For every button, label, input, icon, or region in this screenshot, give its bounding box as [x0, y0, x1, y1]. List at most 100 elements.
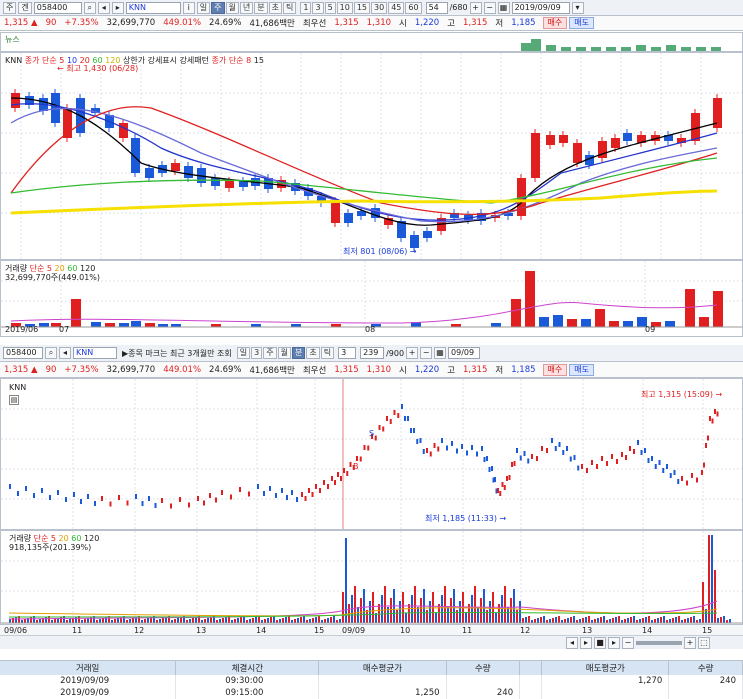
search-icon[interactable]: ⌕ [83, 1, 96, 14]
period-tab-0[interactable]: 일 [196, 1, 211, 14]
minute-candle [596, 464, 598, 469]
chart2-settings-icon[interactable]: ▤ [9, 395, 19, 405]
fullscreen-icon[interactable]: ⬚ [698, 637, 710, 649]
table-row[interactable]: 2019/09/09 09:30:00 1,270 240 [0, 675, 743, 687]
minute-candle [389, 419, 392, 424]
minute-tab-4[interactable]: 분 [291, 347, 306, 359]
minute-candle [658, 460, 661, 465]
minute-volume-bar [420, 598, 422, 623]
minute-candle [536, 456, 538, 461]
minute-volume-bar [672, 618, 674, 623]
minute-volume-bar [609, 619, 611, 623]
minute-count-input[interactable]: 239 [360, 347, 385, 359]
minute-candle [471, 445, 473, 450]
chart2-min-label: 최저 1,185 (11:33) → [425, 514, 507, 523]
minute-volume-bar [249, 619, 251, 623]
period-tab-1[interactable]: 주 [211, 1, 225, 14]
open-label: 시 [399, 19, 407, 29]
minute-candle [483, 457, 486, 462]
interval-button-3[interactable]: 10 [336, 1, 353, 14]
open-price-2: 1,220 [414, 364, 440, 375]
notice-text: ▶종목 마크는 최근 3개월만 조회 [122, 348, 232, 358]
interval-button-7[interactable]: 60 [405, 1, 422, 14]
interval-button-0[interactable]: 1 [300, 1, 312, 14]
minute-candle [393, 410, 396, 415]
minute-code-input[interactable]: 058400 [3, 347, 43, 359]
buy-button[interactable]: 매수 [542, 17, 568, 29]
zoom-minus-icon[interactable]: − [622, 637, 634, 649]
scroll-end-icon[interactable]: ▸ [608, 637, 620, 649]
calendar-picker-icon[interactable]: ▾ [571, 1, 584, 14]
table-row[interactable]: 2019/09/09 09:15:00 1,250 240 [0, 687, 743, 699]
buy-button-2[interactable]: 매수 [542, 363, 568, 376]
minute-volume-bar [360, 598, 362, 623]
zoom-plus-icon[interactable]: + [684, 637, 696, 649]
zoom-in-icon[interactable]: + [469, 1, 482, 14]
chevron-left-icon[interactable]: ◂ [97, 1, 110, 14]
minute-candle [644, 448, 646, 453]
candle [225, 181, 234, 188]
interval-button-6[interactable]: 45 [388, 1, 405, 14]
period-tab-5[interactable]: 초 [268, 1, 282, 14]
period-tab-6[interactable]: 틱 [283, 1, 297, 14]
interval-button-2[interactable]: 5 [324, 1, 336, 14]
minute-candle [558, 442, 561, 447]
candle [623, 133, 632, 141]
minute-volume-bar [54, 619, 56, 623]
zoom-slider[interactable] [636, 641, 682, 645]
scroll-right-icon[interactable]: ▸ [580, 637, 592, 649]
minute-zoom-out-icon[interactable]: − [420, 347, 433, 359]
minute-prev-icon[interactable]: ◂ [59, 347, 71, 359]
minute-tab-2[interactable]: 주 [263, 347, 277, 359]
scrollbar[interactable]: ◂ ▸ ■ ▸ − + ⬚ [0, 635, 743, 649]
minute-tab-6[interactable]: 틱 [320, 347, 335, 359]
interval-button-4[interactable]: 15 [353, 1, 371, 14]
period-tab-3[interactable]: 년 [239, 1, 254, 14]
minute-calendar-icon[interactable]: ▦ [434, 347, 447, 359]
interval-button-5[interactable]: 30 [371, 1, 388, 14]
minute-zoom-in-icon[interactable]: + [406, 347, 419, 359]
toolbar-weekly: 주 겐 058400 ⌕ ◂ ▸ KNN i 일주월년분초틱 1 3 5 10 15 30… [0, 0, 743, 16]
period-select[interactable]: 주 [3, 1, 17, 14]
x-axis-label: 13 [582, 626, 593, 635]
minute-tab-5[interactable]: 초 [306, 347, 320, 359]
chevron-right-icon[interactable]: ▸ [111, 1, 124, 14]
minute-candle [611, 454, 613, 459]
count-input[interactable]: 54 [425, 1, 448, 14]
minute-tab-0[interactable]: 일 [236, 347, 251, 359]
period-tab-4[interactable]: 분 [254, 1, 268, 14]
minute-volume-bar [147, 618, 149, 623]
minute-volume-bar [303, 616, 305, 623]
stop-icon[interactable]: ■ [594, 637, 606, 649]
minute-volume-bar [237, 618, 239, 623]
weekly-price-svg [1, 53, 742, 259]
sell-button[interactable]: 매도 [569, 17, 594, 29]
minute-search-icon[interactable]: ⌕ [45, 347, 57, 359]
volume-bar [91, 322, 101, 327]
minute-volume-bar [288, 616, 290, 623]
minute-candle [527, 458, 530, 464]
minute-tab-1[interactable]: 3 [251, 347, 263, 359]
scroll-left-icon[interactable]: ◂ [566, 637, 578, 649]
interval-button-1[interactable]: 3 [312, 1, 324, 14]
date-input[interactable]: 2019/09/09 [511, 1, 570, 14]
stock-code-input[interactable]: 058400 [33, 1, 82, 14]
minute-volume-bar [129, 619, 131, 623]
minute-price-chart: SB KNN ▤ 최고 1,315 (15:09) → 최저 1,185 (11… [0, 378, 743, 530]
info-icon[interactable]: i [182, 1, 195, 14]
calendar-icon[interactable]: ▦ [497, 1, 510, 14]
minute-date-input[interactable]: 09/09 [448, 347, 481, 359]
sell-button-2[interactable]: 매도 [569, 363, 594, 376]
type-select[interactable]: 겐 [18, 1, 32, 14]
minute-count-select[interactable]: 3 [338, 347, 357, 359]
minute-volume-bar [222, 618, 224, 623]
period-tab-2[interactable]: 월 [225, 1, 239, 14]
minute-candle [629, 446, 631, 451]
minute-tab-3[interactable]: 월 [277, 347, 291, 359]
x-axis-label: 10 [400, 626, 411, 635]
minute-candle [501, 482, 504, 487]
minute-candle [311, 492, 314, 497]
minute-candle [65, 497, 67, 502]
zoom-out-icon[interactable]: − [483, 1, 496, 14]
minute-candle [327, 484, 329, 489]
